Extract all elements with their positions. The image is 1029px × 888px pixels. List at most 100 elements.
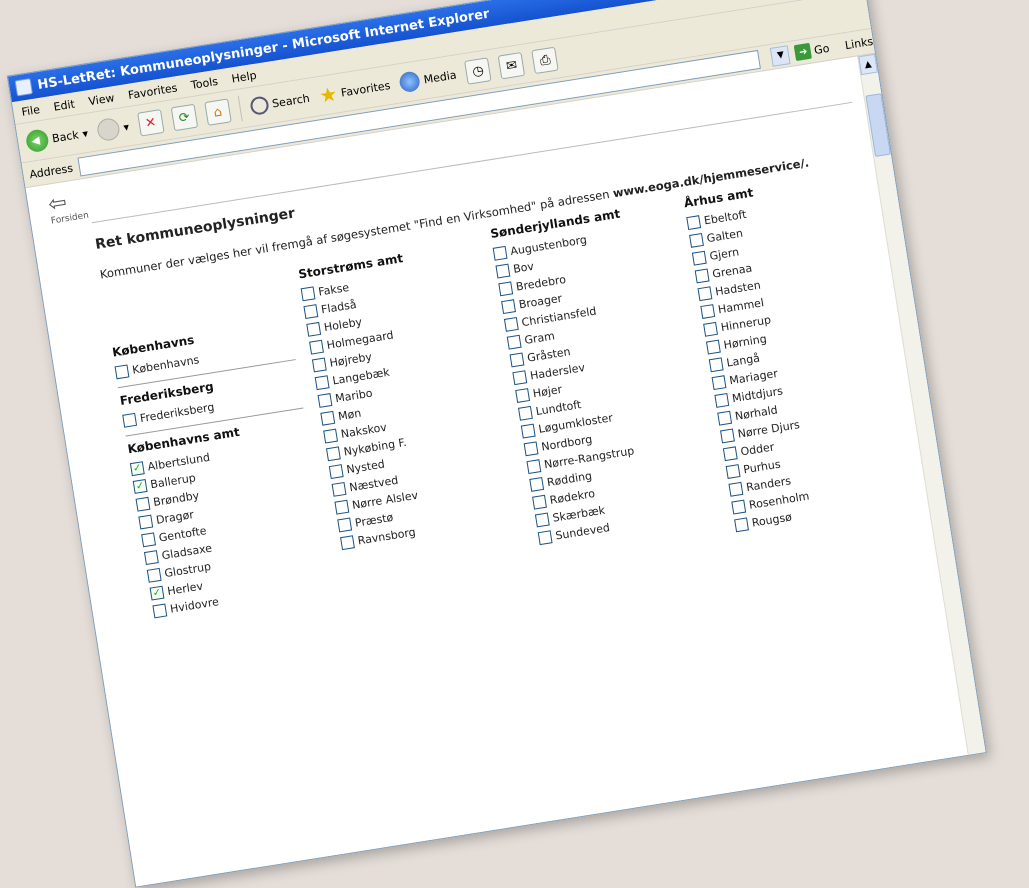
checkbox-unchecked[interactable] bbox=[523, 440, 539, 456]
checkbox-unchecked[interactable] bbox=[526, 458, 542, 474]
municipality-label: Bov bbox=[512, 259, 535, 276]
checkbox-unchecked[interactable] bbox=[501, 298, 516, 314]
checkbox-unchecked[interactable] bbox=[703, 321, 718, 337]
star-icon: ★ bbox=[317, 81, 339, 108]
checkbox-unchecked[interactable] bbox=[503, 316, 519, 332]
checkbox-unchecked[interactable] bbox=[141, 531, 156, 547]
scroll-up-icon[interactable]: ▲ bbox=[858, 53, 878, 76]
checkbox-unchecked[interactable] bbox=[506, 334, 522, 350]
checkbox-unchecked[interactable] bbox=[143, 549, 159, 565]
menu-view[interactable]: View bbox=[87, 91, 115, 108]
chevron-down-icon[interactable]: ▾ bbox=[81, 126, 88, 140]
checkbox-unchecked[interactable] bbox=[509, 352, 525, 367]
checkbox-unchecked[interactable] bbox=[705, 339, 721, 355]
checkbox-unchecked[interactable] bbox=[531, 494, 547, 510]
checkbox-unchecked[interactable] bbox=[734, 516, 749, 532]
checkbox-unchecked[interactable] bbox=[492, 245, 508, 261]
ie-icon bbox=[14, 78, 33, 97]
checkbox-unchecked[interactable] bbox=[688, 232, 704, 248]
checkbox-unchecked[interactable] bbox=[512, 369, 528, 385]
checkbox-unchecked[interactable] bbox=[334, 499, 350, 515]
print-icon[interactable]: ⎙ bbox=[531, 46, 559, 75]
stop-icon[interactable]: ✕ bbox=[136, 109, 165, 137]
menu-tools[interactable]: Tools bbox=[190, 74, 219, 91]
checkbox-unchecked[interactable] bbox=[515, 387, 530, 403]
checkbox-unchecked[interactable] bbox=[309, 339, 324, 355]
checkbox-unchecked[interactable] bbox=[725, 463, 741, 479]
checkbox-unchecked[interactable] bbox=[138, 514, 154, 529]
municipality-label: Rougsø bbox=[750, 509, 793, 530]
region-group: Storstrøms amt Fakse Fladså Holeby Holmegaar… bbox=[297, 240, 520, 553]
checkbox-unchecked[interactable] bbox=[700, 303, 716, 319]
chevron-down-icon[interactable]: ▾ bbox=[122, 120, 129, 134]
checkbox-unchecked[interactable] bbox=[122, 412, 138, 428]
refresh-icon[interactable]: ⟳ bbox=[170, 103, 198, 132]
checkbox-unchecked[interactable] bbox=[325, 445, 341, 461]
checkbox-unchecked[interactable] bbox=[114, 363, 130, 379]
checkbox-unchecked[interactable] bbox=[694, 268, 710, 283]
go-button-label: Go bbox=[813, 41, 831, 57]
checkbox-unchecked[interactable] bbox=[314, 374, 330, 390]
search-button[interactable]: Search bbox=[249, 89, 311, 116]
checkbox-unchecked[interactable] bbox=[691, 250, 707, 266]
checkbox-checked[interactable]: ✓ bbox=[129, 460, 145, 476]
checkbox-unchecked[interactable] bbox=[534, 512, 550, 527]
back-button[interactable]: Back ▾ bbox=[24, 122, 90, 154]
home-icon[interactable]: ⌂ bbox=[204, 98, 232, 126]
checkbox-unchecked[interactable] bbox=[697, 285, 713, 301]
checkbox-unchecked[interactable] bbox=[722, 445, 738, 461]
checkbox-checked[interactable]: ✓ bbox=[132, 478, 148, 494]
forward-arrow-icon bbox=[96, 116, 122, 143]
checkbox-unchecked[interactable] bbox=[714, 392, 730, 408]
go-button[interactable]: ➜ Go bbox=[794, 40, 831, 62]
checkbox-unchecked[interactable] bbox=[717, 410, 733, 426]
region-column: Århus amt Ebeltoft Galten Gjern Grenaa Hadste… bbox=[683, 166, 916, 540]
checkbox-checked[interactable]: ✓ bbox=[149, 585, 165, 601]
checkbox-unchecked[interactable] bbox=[495, 263, 511, 278]
checkbox-unchecked[interactable] bbox=[686, 214, 702, 230]
search-button-label: Search bbox=[271, 91, 311, 111]
checkbox-unchecked[interactable] bbox=[731, 499, 747, 515]
checkbox-unchecked[interactable] bbox=[311, 356, 327, 372]
checkbox-unchecked[interactable] bbox=[152, 602, 168, 618]
checkbox-unchecked[interactable] bbox=[728, 481, 744, 497]
checkbox-unchecked[interactable] bbox=[135, 496, 151, 512]
checkbox-unchecked[interactable] bbox=[498, 280, 514, 296]
checkbox-unchecked[interactable] bbox=[306, 321, 322, 337]
menu-file[interactable]: File bbox=[21, 103, 41, 119]
checkbox-unchecked[interactable] bbox=[323, 428, 338, 443]
forward-button[interactable]: ▾ bbox=[96, 115, 131, 143]
favorites-button[interactable]: ★ Favorites bbox=[317, 73, 392, 108]
address-dropdown-icon[interactable]: ▼ bbox=[770, 44, 791, 67]
checkbox-unchecked[interactable] bbox=[529, 476, 545, 492]
checkbox-unchecked[interactable] bbox=[303, 303, 319, 319]
checkbox-unchecked[interactable] bbox=[337, 517, 353, 532]
checkbox-unchecked[interactable] bbox=[339, 534, 355, 550]
checkbox-unchecked[interactable] bbox=[317, 392, 333, 408]
checkbox-unchecked[interactable] bbox=[146, 567, 162, 583]
checkbox-unchecked[interactable] bbox=[711, 374, 727, 390]
checkbox-unchecked[interactable] bbox=[328, 463, 344, 479]
menu-favorites[interactable]: Favorites bbox=[127, 81, 178, 102]
municipality-label: Københavns bbox=[131, 352, 201, 377]
menu-edit[interactable]: Edit bbox=[53, 97, 76, 113]
checkbox-unchecked[interactable] bbox=[300, 285, 316, 301]
screen-photo: HS-LetRet: Kommuneoplysninger - Microsof… bbox=[6, 0, 987, 888]
checkbox-unchecked[interactable] bbox=[719, 428, 735, 443]
region-column: Storstrøms amt Fakse Fladså Holeby Holmegaar… bbox=[297, 238, 528, 602]
history-icon[interactable]: ◷ bbox=[464, 57, 492, 85]
municipality-label: Møn bbox=[337, 406, 363, 423]
checkbox-unchecked[interactable] bbox=[517, 405, 533, 421]
menu-help[interactable]: Help bbox=[231, 68, 258, 85]
page-content: ▲ ⇦ Forsiden Ret kommuneoplysninger Komm… bbox=[25, 53, 986, 888]
checkbox-unchecked[interactable] bbox=[520, 423, 536, 439]
checkbox-unchecked[interactable] bbox=[708, 356, 724, 372]
scroll-thumb[interactable] bbox=[865, 93, 891, 157]
media-button[interactable]: Media bbox=[398, 65, 457, 94]
checkbox-unchecked[interactable] bbox=[537, 529, 553, 545]
checkbox-unchecked[interactable] bbox=[320, 410, 336, 426]
links-label[interactable]: Links bbox=[844, 34, 874, 51]
browser-window: HS-LetRet: Kommuneoplysninger - Microsof… bbox=[6, 0, 987, 888]
checkbox-unchecked[interactable] bbox=[331, 481, 347, 497]
mail-icon[interactable]: ✉ bbox=[497, 51, 526, 80]
